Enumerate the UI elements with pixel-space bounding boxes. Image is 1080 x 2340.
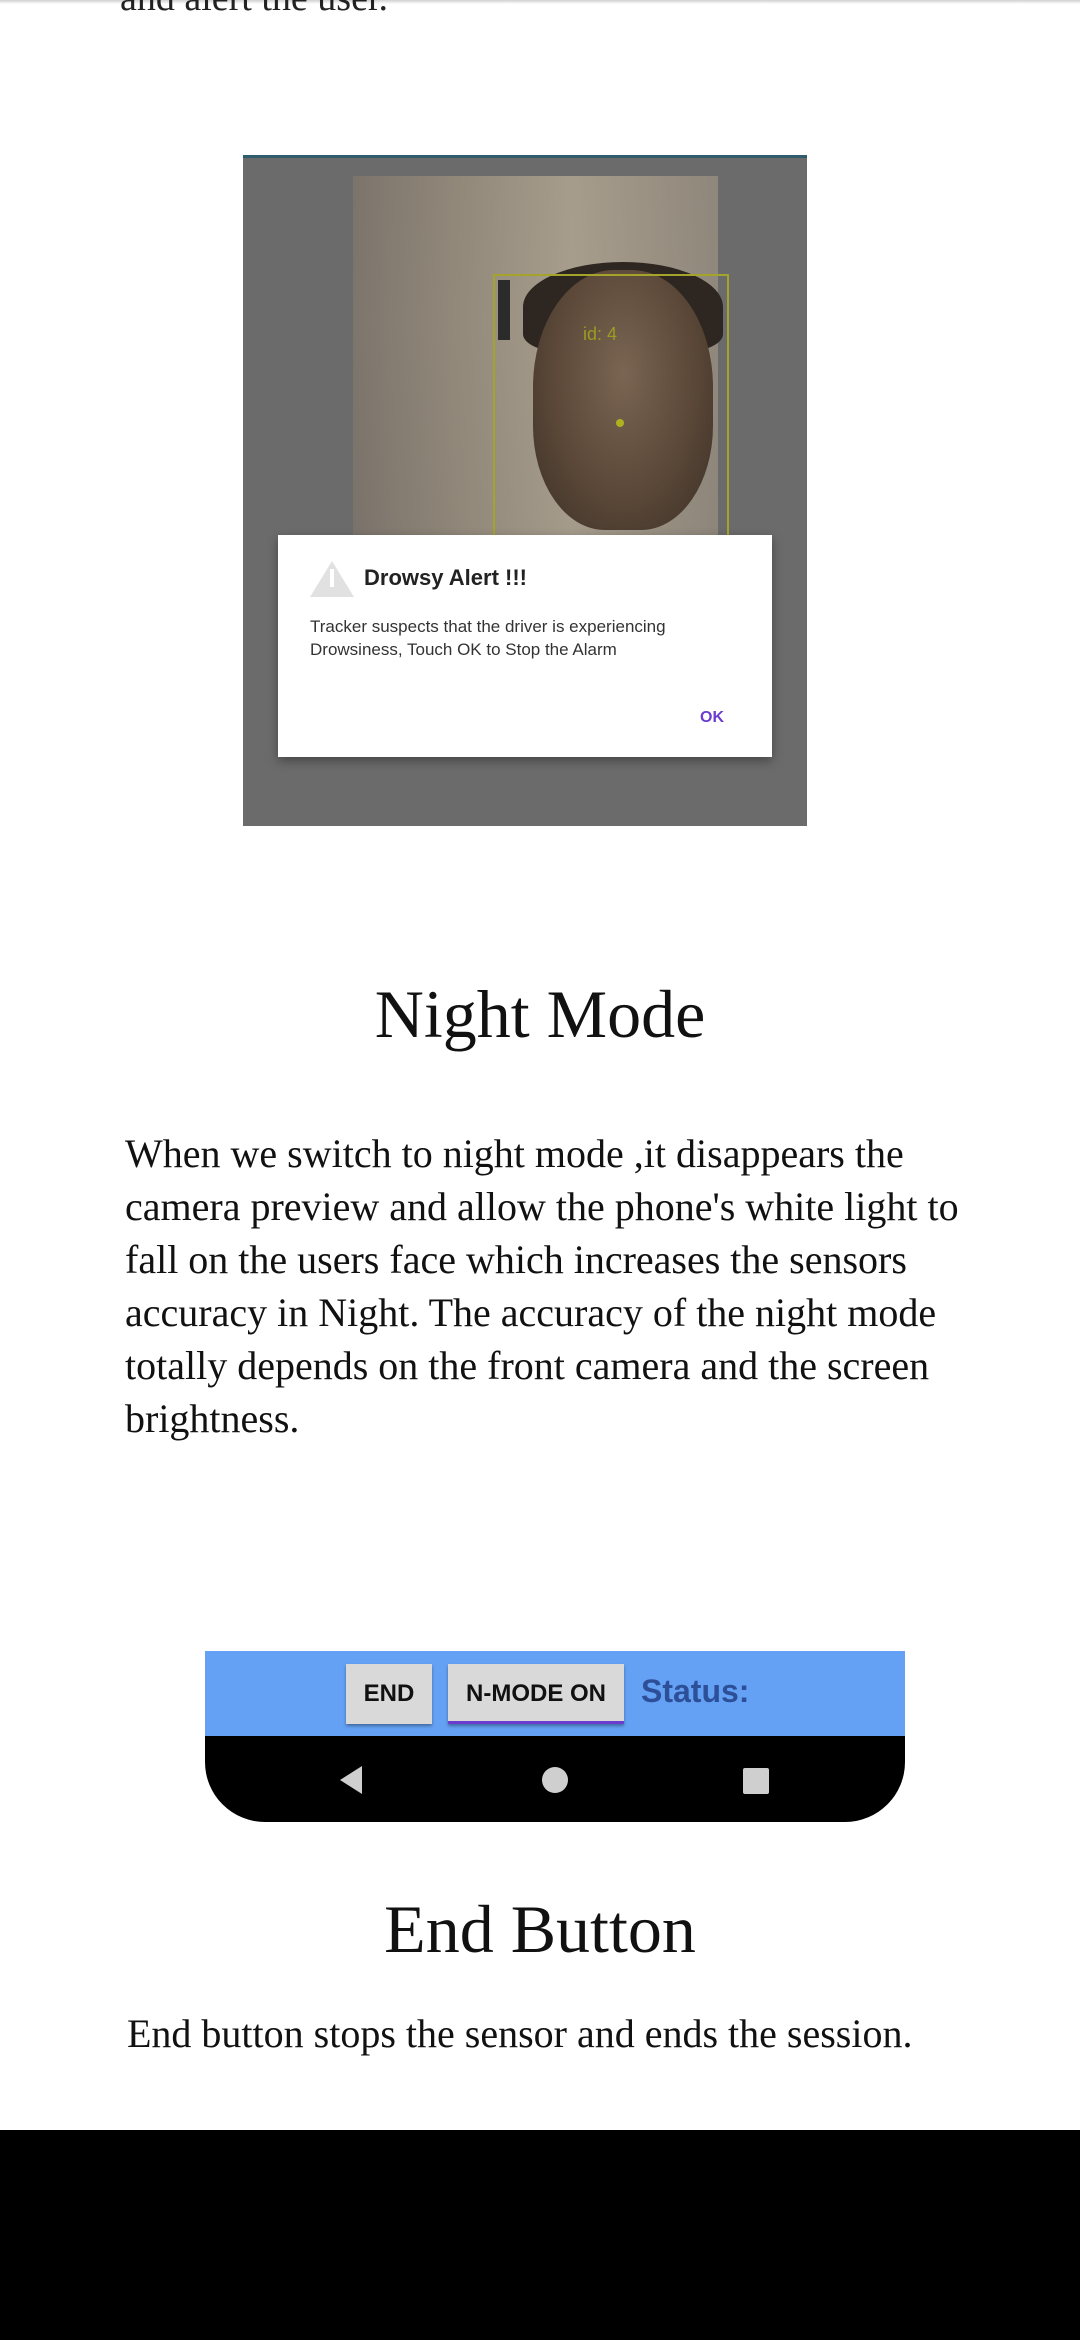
face-tracking-box <box>493 274 729 541</box>
night-mode-toggle-button[interactable]: N-MODE ON <box>448 1664 624 1724</box>
face-id-label: id: 4 <box>583 324 618 344</box>
tracking-point <box>616 419 624 427</box>
status-label: Status: <box>641 1673 750 1709</box>
control-bar-screenshot: END N-MODE ON Status: <box>205 1651 905 1822</box>
night-mode-heading: Night Mode <box>374 976 706 1052</box>
ok-button[interactable]: OK <box>700 709 724 727</box>
camera-preview: id: 4 <box>353 176 729 541</box>
back-icon[interactable] <box>340 1766 362 1794</box>
home-icon[interactable] <box>542 1767 568 1793</box>
bottom-black-area <box>0 2130 1080 2340</box>
end-button-description: End button stops the sensor and ends the… <box>127 2011 913 2056</box>
dialog-message: Tracker suspects that the driver is expe… <box>310 617 666 659</box>
drowsy-alert-screenshot: id: 4 Drowsy Alert !!! Tracker suspects … <box>243 155 807 826</box>
dialog-title: Drowsy Alert !!! <box>364 565 527 590</box>
end-button-heading: End Button <box>384 1891 696 1967</box>
night-mode-description: When we switch to night mode ,it disappe… <box>125 1131 959 1441</box>
warning-icon-mark <box>330 569 334 587</box>
recents-icon[interactable] <box>743 1768 769 1794</box>
intro-text-tail: and alert the user. <box>120 0 388 20</box>
end-button[interactable]: END <box>346 1664 432 1724</box>
drowsy-alert-dialog: Drowsy Alert !!! Tracker suspects that t… <box>278 535 772 757</box>
